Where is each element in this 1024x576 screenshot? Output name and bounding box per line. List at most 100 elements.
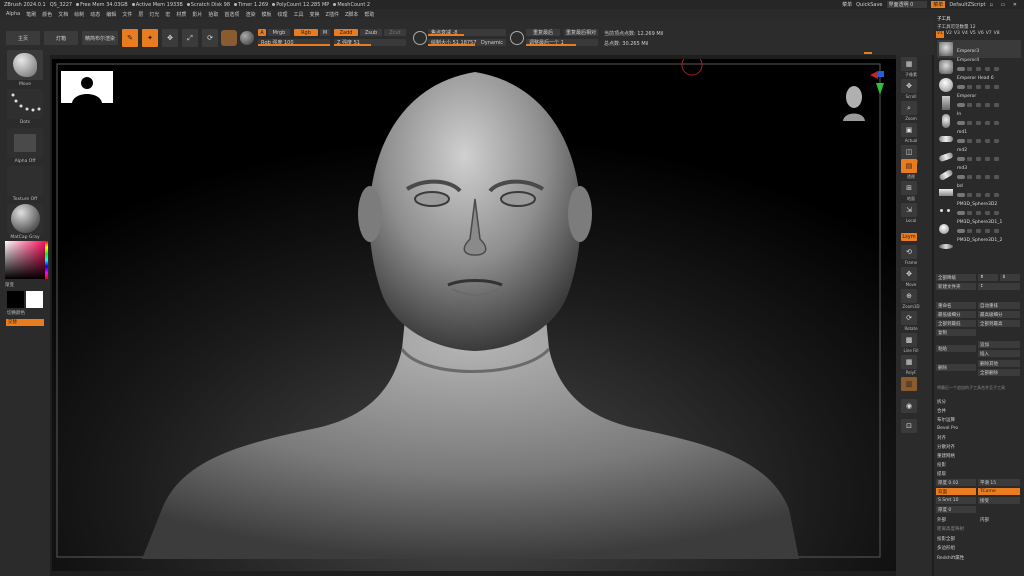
main-color-swatch[interactable] bbox=[7, 291, 24, 308]
bust-model[interactable] bbox=[52, 59, 896, 571]
draw-icon[interactable]: ✦ bbox=[142, 29, 158, 47]
visibility-toggle[interactable] bbox=[957, 193, 965, 197]
mrgb-toggle[interactable]: Mrgb bbox=[268, 29, 290, 36]
stroke-thumbnail[interactable] bbox=[7, 89, 43, 119]
home-button[interactable]: 主页 bbox=[6, 31, 40, 45]
xpose-icon[interactable]: ⇲ bbox=[901, 203, 917, 217]
subtool-controls[interactable] bbox=[967, 121, 1017, 126]
actual-icon[interactable]: ▣ bbox=[901, 123, 917, 137]
viewport-canvas[interactable] bbox=[52, 59, 896, 571]
subtool-item[interactable]: md2 bbox=[937, 148, 1021, 166]
subtool-item[interactable]: bd bbox=[937, 184, 1021, 202]
all-to-highest-button[interactable]: 全部到最高 bbox=[978, 320, 1020, 327]
axis-gizmo-icon[interactable] bbox=[870, 69, 886, 97]
align-section[interactable]: 对齐 bbox=[937, 434, 946, 441]
draw-size-slider[interactable]: 绘制大小 51.18757 Dynamic bbox=[428, 39, 506, 46]
distribute-section[interactable]: 分散对齐 bbox=[937, 443, 955, 450]
m-toggle[interactable]: M bbox=[320, 29, 330, 36]
menu-brush[interactable]: 笔刷 bbox=[26, 11, 36, 18]
visibility-toggle[interactable] bbox=[957, 211, 965, 215]
lsym-toggle[interactable]: Lsym bbox=[901, 233, 917, 241]
all-to-lowest-button[interactable]: 全部到最低 bbox=[936, 320, 976, 327]
subtool-item[interactable]: In bbox=[937, 112, 1021, 130]
menu-zplugin[interactable]: Z插件 bbox=[326, 11, 339, 18]
move-view-icon[interactable]: ✥ bbox=[901, 267, 917, 281]
menu-file[interactable]: 文件 bbox=[122, 11, 132, 18]
material-thumbnail[interactable] bbox=[7, 204, 43, 234]
subtool-item[interactable]: PM3D_Sphere3D2 bbox=[937, 202, 1021, 220]
move-icon[interactable]: ✥ bbox=[162, 29, 178, 47]
menu-help[interactable]: 帮助 bbox=[364, 11, 374, 18]
menu-material[interactable]: 材质 bbox=[176, 11, 186, 18]
alpha-thumbnail[interactable] bbox=[7, 128, 43, 158]
secondary-color-swatch[interactable] bbox=[26, 291, 43, 308]
line-fill-icon[interactable]: ▩ bbox=[901, 333, 917, 347]
rotate-icon[interactable]: ⟳ bbox=[202, 29, 218, 47]
internal-option[interactable]: 内部 bbox=[980, 516, 989, 523]
subtool-item[interactable]: Emperor4 bbox=[937, 58, 1021, 76]
subtool-controls[interactable] bbox=[967, 139, 1017, 144]
z-intensity-slider[interactable]: Z 强度 51 bbox=[334, 39, 406, 46]
tab-v7[interactable]: V7 bbox=[986, 31, 992, 38]
scale-icon[interactable]: ⤢ bbox=[182, 29, 198, 47]
replay-last-relative-button[interactable]: 重复最后相对 bbox=[564, 29, 598, 36]
quicksave-button[interactable]: QuickSave bbox=[856, 2, 882, 8]
menu-macro[interactable]: 宏 bbox=[165, 11, 170, 18]
merge-section[interactable]: 合并 bbox=[937, 407, 946, 414]
subtool-header[interactable]: 子工具 bbox=[937, 15, 951, 22]
subtool-item[interactable]: PM3D_Sphere3D1_2 bbox=[937, 238, 1021, 256]
up-arrow-icon[interactable]: ⬆ bbox=[978, 274, 998, 281]
quick-sketch-button[interactable]: 精简布尔渲染 bbox=[82, 31, 118, 45]
alternate-button[interactable]: 交替 bbox=[6, 319, 44, 326]
menus-toggle[interactable]: 菜单 bbox=[842, 1, 852, 8]
auto-reorder-button[interactable]: 自动重排 bbox=[978, 302, 1020, 309]
polyf-icon[interactable]: ▦ bbox=[901, 355, 917, 369]
rotate-view-icon[interactable]: ⟳ bbox=[901, 311, 917, 325]
s-smt-slider[interactable]: S Smt 10 bbox=[936, 497, 976, 504]
menu-stencil[interactable]: 模板 bbox=[261, 11, 271, 18]
external-option[interactable]: 外部 bbox=[937, 516, 946, 523]
thickness-slider[interactable]: 厚度 0 bbox=[936, 506, 976, 513]
rgb-intensity-slider[interactable]: Rgb 强度 100 bbox=[258, 39, 330, 46]
solo-icon[interactable]: ⊡ bbox=[901, 419, 917, 433]
toolbar-collapse-handle[interactable] bbox=[864, 52, 872, 54]
new-folder-button[interactable]: 新建文件夹 bbox=[936, 283, 976, 290]
focal-shift-slider[interactable]: 焦点衰减 -8 bbox=[428, 29, 506, 36]
tab-v8[interactable]: V8 bbox=[994, 31, 1000, 38]
visibility-toggle[interactable] bbox=[957, 85, 965, 89]
subtool-controls[interactable] bbox=[967, 211, 1017, 216]
all-low-button[interactable]: 全部降级 bbox=[936, 274, 976, 281]
replay-icon[interactable] bbox=[510, 31, 524, 45]
subtool-item[interactable]: md1 bbox=[937, 130, 1021, 148]
rgb-toggle[interactable]: Rgb bbox=[294, 29, 318, 36]
zsub-toggle[interactable]: Zsub bbox=[360, 29, 382, 36]
a-toggle[interactable]: A bbox=[258, 29, 266, 36]
paste-button[interactable]: 粘贴 bbox=[936, 345, 976, 352]
tab-v6[interactable]: V6 bbox=[978, 31, 984, 38]
menu-tool[interactable]: 工具 bbox=[293, 11, 303, 18]
lazy-mouse-icon[interactable] bbox=[413, 31, 427, 45]
add-button[interactable]: 追加 bbox=[978, 341, 1020, 348]
double-toggle[interactable]: 双面 bbox=[936, 488, 976, 495]
menu-button[interactable]: 菜单 bbox=[931, 1, 946, 8]
menu-color[interactable]: 颜色 bbox=[42, 11, 52, 18]
menu-edit[interactable]: 编辑 bbox=[106, 11, 116, 18]
accept-button[interactable]: 接受 bbox=[978, 497, 1020, 504]
menu-zscript[interactable]: Z脚本 bbox=[345, 11, 358, 18]
subtool-controls[interactable] bbox=[967, 175, 1017, 180]
zcut-toggle[interactable]: Zcut bbox=[384, 29, 406, 36]
subtool-controls[interactable] bbox=[967, 67, 1017, 72]
switch-color-button[interactable]: 切换颜色 bbox=[7, 310, 25, 316]
menu-preferences[interactable]: 首选项 bbox=[224, 11, 239, 18]
subtool-item[interactable]: Emperor Head 6 bbox=[937, 76, 1021, 94]
lightbox-button[interactable]: 灯箱 bbox=[44, 31, 78, 45]
subtool-item[interactable]: Emperor bbox=[937, 94, 1021, 112]
delete-button[interactable]: 删除 bbox=[936, 364, 976, 371]
project-all-section[interactable]: 投影全部 bbox=[937, 535, 955, 542]
menu-dynamics[interactable]: 动态 bbox=[90, 11, 100, 18]
distance-height-map[interactable]: 距离高度映射 bbox=[937, 525, 964, 532]
visibility-toggle[interactable] bbox=[957, 139, 965, 143]
lowest-subdiv-button[interactable]: 最低级细分 bbox=[936, 311, 976, 318]
highest-subdiv-button[interactable]: 最高级细分 bbox=[978, 311, 1020, 318]
window-controls[interactable]: ▫ ▭ ✕ bbox=[990, 2, 1020, 8]
